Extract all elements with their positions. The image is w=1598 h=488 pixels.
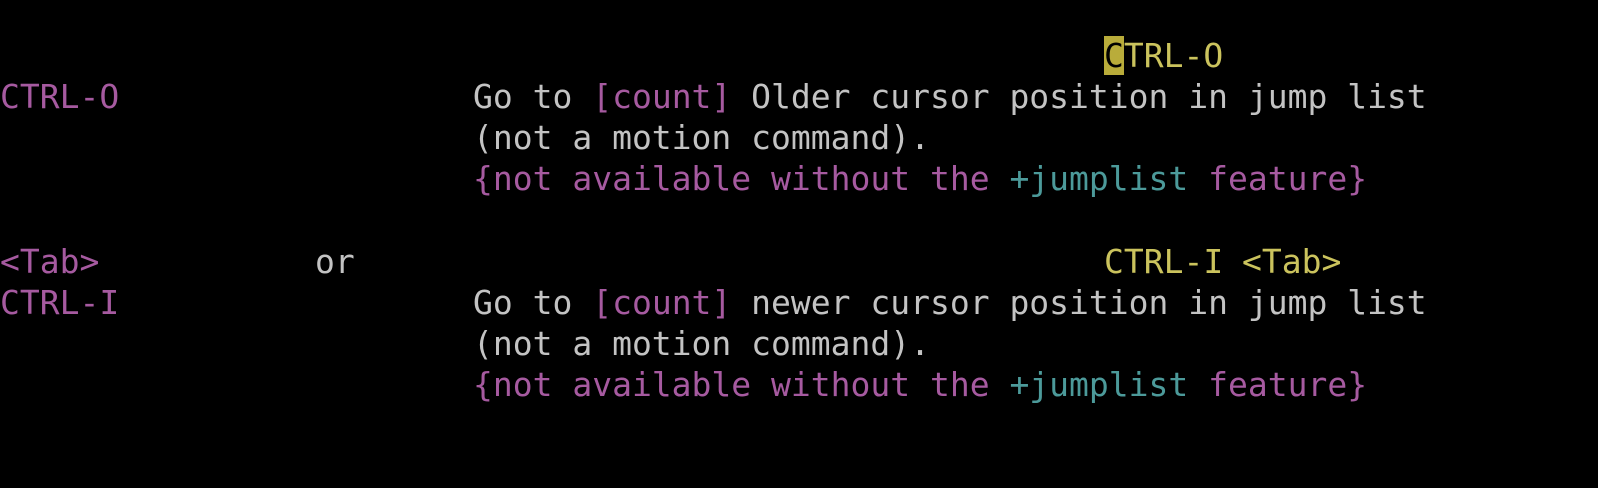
text-cursor: C xyxy=(1104,36,1124,75)
ctrl-i-not-motion: (not a motion command). xyxy=(473,324,930,363)
note-text: feature} xyxy=(1188,159,1368,198)
help-line-tab: <Tab> or CTRL-I <Tab> xyxy=(0,241,1341,282)
desc-text: Go to xyxy=(473,283,593,322)
or-text: or xyxy=(315,242,355,281)
jumplist-option-link[interactable]: +jumplist xyxy=(1009,159,1188,198)
help-line-ctrl-o-note: {not available without the +jumplist fea… xyxy=(0,158,1367,199)
desc-text: Go to xyxy=(473,77,593,116)
note-text: feature} xyxy=(1188,365,1368,404)
help-tag-line-ctrl-o: CTRL-O xyxy=(0,35,1223,76)
ctrl-o-availability-note: {not available without the +jumplist fea… xyxy=(473,158,1367,199)
jumplist-option-link[interactable]: +jumplist xyxy=(1009,365,1188,404)
key-ctrl-i: CTRL-I xyxy=(0,283,120,322)
help-tag-tab[interactable]: <Tab> xyxy=(1242,241,1341,282)
note-text: {not available without the xyxy=(473,365,1010,404)
ctrl-o-not-motion: (not a motion command). xyxy=(473,118,930,157)
note-text: {not available without the xyxy=(473,159,1010,198)
desc-text: newer cursor position in jump list xyxy=(731,283,1427,322)
terminal-help-screen: CTRL-O CTRL-O Go to [count] Older cursor… xyxy=(0,0,1598,452)
help-line-ctrl-i-note: {not available without the +jumplist fea… xyxy=(0,364,1367,405)
ctrl-o-description: Go to [count] Older cursor position in j… xyxy=(473,76,1427,117)
help-tag-ctrl-i[interactable]: CTRL-I xyxy=(1104,241,1223,282)
ctrl-i-description: Go to [count] newer cursor position in j… xyxy=(473,282,1427,323)
key-ctrl-o: CTRL-O xyxy=(0,77,120,116)
help-line-ctrl-o: CTRL-O Go to [count] Older cursor positi… xyxy=(0,76,1427,117)
ctrl-i-availability-note: {not available without the +jumplist fea… xyxy=(473,364,1367,405)
desc-text: Older cursor position in jump list xyxy=(731,77,1427,116)
help-line-ctrl-i: CTRL-I Go to [count] newer cursor positi… xyxy=(0,282,1427,323)
count-placeholder: [count] xyxy=(592,283,732,322)
count-placeholder: [count] xyxy=(592,77,732,116)
help-tag-ctrl-o-rest: TRL-O xyxy=(1123,36,1224,75)
help-line-ctrl-i-2: (not a motion command). xyxy=(0,323,930,364)
help-line-ctrl-o-2: (not a motion command). xyxy=(0,117,930,158)
key-tab: <Tab> xyxy=(0,242,100,281)
help-tag-ctrl-o[interactable]: CTRL-O xyxy=(1104,35,1223,76)
